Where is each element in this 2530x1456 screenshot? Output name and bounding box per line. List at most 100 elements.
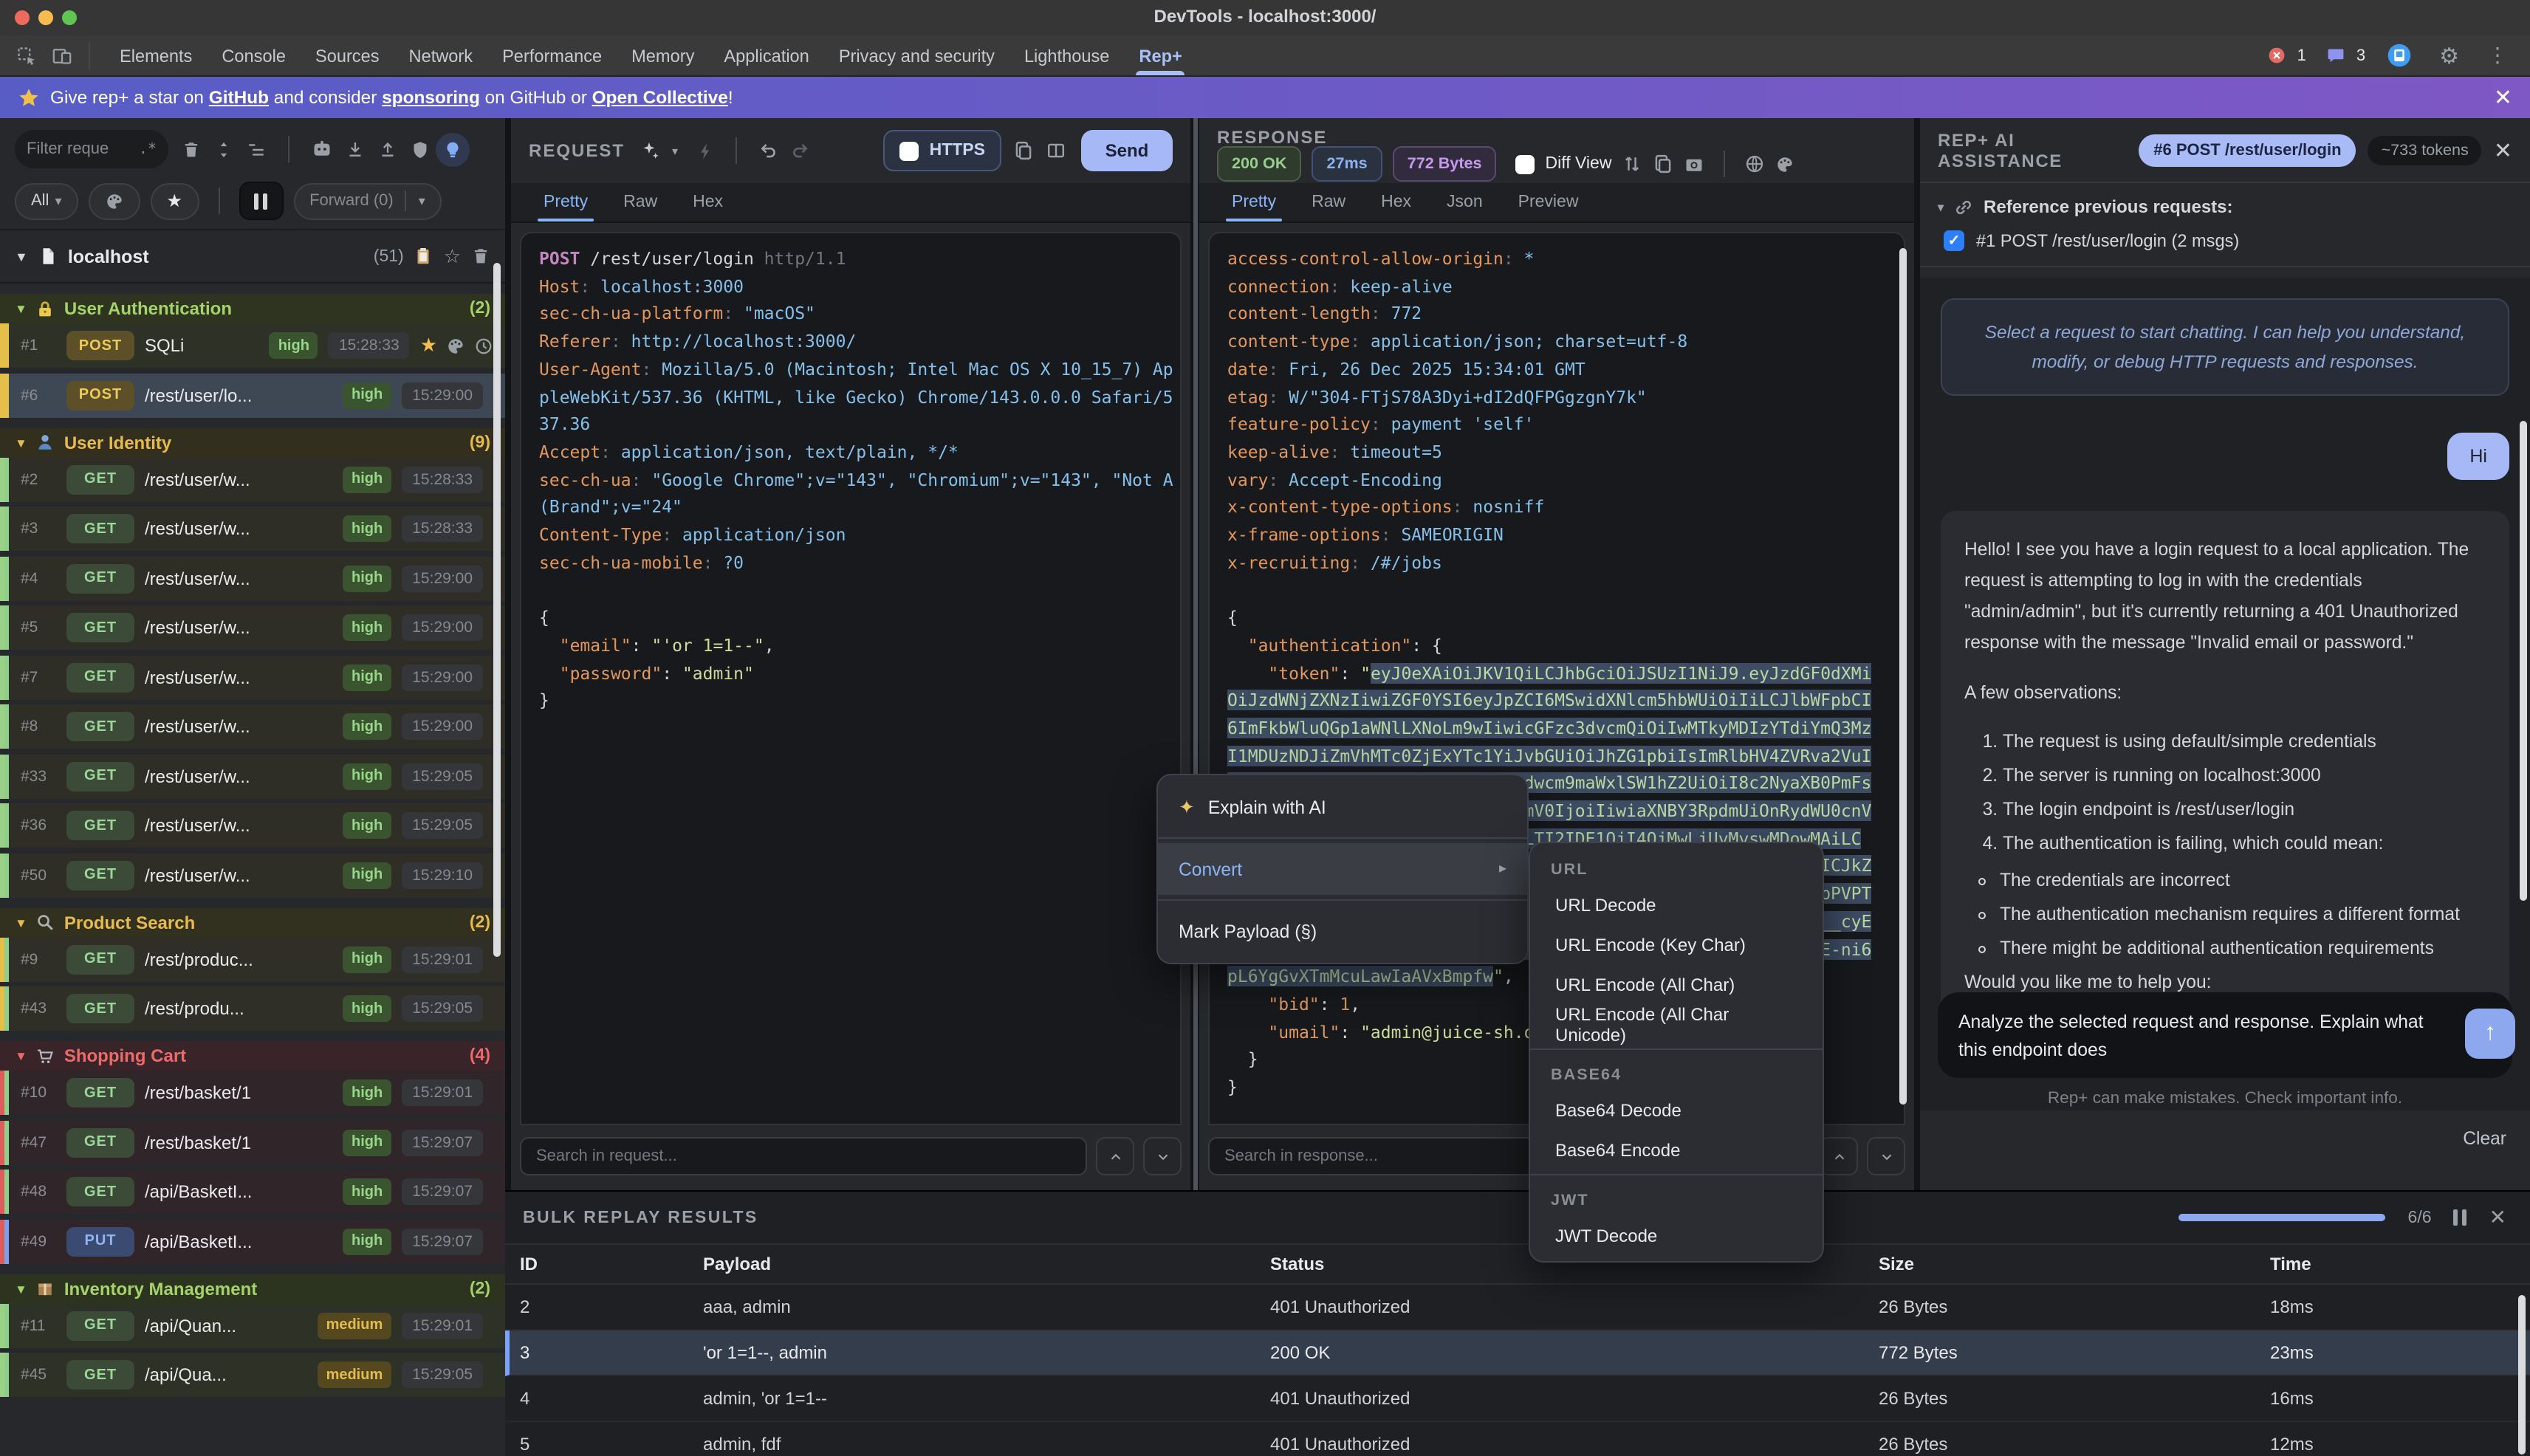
response-scrollbar[interactable] xyxy=(1899,248,1907,1105)
bulk-row[interactable]: 5admin, fdf401 Unauthorized26 Bytes12ms xyxy=(505,1422,2530,1456)
ai-close-icon[interactable]: ✕ xyxy=(2494,137,2512,163)
tree-view-icon[interactable] xyxy=(247,140,266,159)
bulk-row[interactable]: 3'or 1=1--, admin200 OK772 Bytes23ms xyxy=(505,1330,2530,1376)
context-menu-item[interactable]: Mark Payload (§) xyxy=(1158,905,1527,957)
undo-icon[interactable] xyxy=(758,140,778,161)
send-chat-button[interactable]: ↑ xyxy=(2465,1009,2515,1059)
clipboard-icon[interactable] xyxy=(414,247,433,266)
banner-close-icon[interactable]: ✕ xyxy=(2494,84,2512,111)
request-item[interactable]: #5GET/rest/user/w... high15:29:00 xyxy=(0,605,505,650)
submenu-item[interactable]: JWT Decode xyxy=(1530,1215,1823,1255)
https-checkbox[interactable] xyxy=(900,141,919,160)
bulk-close-icon[interactable]: ✕ xyxy=(2489,1205,2506,1230)
diff-view-checkbox[interactable] xyxy=(1516,154,1535,174)
response-tab-preview[interactable]: Preview xyxy=(1504,186,1594,222)
devtools-tab-network[interactable]: Network xyxy=(394,35,488,75)
chat-scrollbar[interactable] xyxy=(2520,421,2527,901)
request-item[interactable]: #3GET/rest/user/w... high15:28:33 xyxy=(0,506,505,551)
request-item[interactable]: #1POSTSQLi high15:28:33 ★ xyxy=(0,323,505,368)
lightbulb-icon[interactable] xyxy=(443,140,462,159)
kebab-menu-icon[interactable]: ⋮ xyxy=(2487,43,2508,68)
search-prev-button[interactable] xyxy=(1096,1137,1134,1175)
submenu-item[interactable]: Base64 Encode xyxy=(1530,1130,1823,1170)
resp-search-next-button[interactable] xyxy=(1867,1137,1905,1175)
tree-root-localhost[interactable]: ▼ localhost (51) ☆ xyxy=(0,230,505,284)
devtools-tab-privacy-and-security[interactable]: Privacy and security xyxy=(824,35,1009,75)
request-item[interactable]: #48GET/api/BasketI... high15:29:07 xyxy=(0,1170,505,1214)
diff-view-toggle[interactable]: Diff View xyxy=(1516,154,1612,174)
sparkles-dropdown-icon[interactable]: ▾ xyxy=(672,144,678,157)
palette-filter-button[interactable] xyxy=(89,182,140,219)
request-item[interactable]: #36GET/rest/user/w... high15:29:05 xyxy=(0,803,505,848)
chat-input[interactable]: Analyze the selected request and respons… xyxy=(1938,992,2512,1078)
request-group-header[interactable]: ▼ Product Search (2) xyxy=(0,907,505,937)
split-view-icon[interactable] xyxy=(1046,140,1066,161)
devtools-tab-sources[interactable]: Sources xyxy=(301,35,394,75)
response-tab-hex[interactable]: Hex xyxy=(1366,186,1426,222)
clear-chat-button[interactable]: Clear xyxy=(2463,1128,2506,1149)
extension-button[interactable] xyxy=(2386,43,2411,68)
response-tab-json[interactable]: Json xyxy=(1432,186,1498,222)
expand-collapse-icon[interactable] xyxy=(1622,154,1642,174)
device-toolbar-icon[interactable] xyxy=(52,45,72,66)
panel-resize-handle[interactable] xyxy=(1190,118,1199,1190)
request-item[interactable]: #50GET/rest/user/w... high15:29:10 xyxy=(0,853,505,897)
request-group-header[interactable]: ▼ Shopping Cart (4) xyxy=(0,1041,505,1071)
context-menu-item[interactable]: Convert▸ xyxy=(1158,843,1527,895)
sort-icon[interactable] xyxy=(214,140,233,159)
devtools-tab-lighthouse[interactable]: Lighthouse xyxy=(1009,35,1124,75)
trash-icon[interactable] xyxy=(471,247,490,266)
request-item[interactable]: #10GET/rest/basket/1 high15:29:01 xyxy=(0,1071,505,1115)
lightning-icon[interactable] xyxy=(696,141,715,160)
export-icon[interactable] xyxy=(378,140,397,159)
render-palette-icon[interactable] xyxy=(1775,154,1794,174)
robot-icon[interactable] xyxy=(312,139,332,159)
ai-request-badge[interactable]: #6 POST /rest/user/login xyxy=(2139,134,2356,166)
pause-button[interactable] xyxy=(239,182,283,220)
devtools-tab-console[interactable]: Console xyxy=(207,35,301,75)
star-outline-icon[interactable]: ☆ xyxy=(444,244,461,268)
console-error-badge[interactable]: 1 xyxy=(2260,46,2306,65)
bulk-row[interactable]: 2aaa, admin401 Unauthorized26 Bytes18ms xyxy=(505,1285,2530,1330)
banner-link[interactable]: GitHub xyxy=(209,87,269,108)
copy-request-icon[interactable] xyxy=(1013,140,1034,161)
request-editor[interactable]: POST /rest/user/login http/1.1Host: loca… xyxy=(520,232,1182,1125)
request-tab-pretty[interactable]: Pretty xyxy=(529,186,603,222)
devtools-tab-memory[interactable]: Memory xyxy=(617,35,709,75)
request-item[interactable]: #9GET/rest/produc... high15:29:01 xyxy=(0,937,505,981)
inspect-element-icon[interactable] xyxy=(16,45,37,66)
ref-collapse-caret[interactable]: ▾ xyxy=(1938,200,1944,213)
banner-link[interactable]: Open Collective xyxy=(592,87,728,108)
request-item[interactable]: #45GET/api/Qua... medium15:29:05 xyxy=(0,1353,505,1397)
reference-checkbox[interactable]: ✓ xyxy=(1944,230,1964,251)
devtools-tab-elements[interactable]: Elements xyxy=(105,35,207,75)
ai-sparkles-icon[interactable] xyxy=(640,140,660,161)
import-icon[interactable] xyxy=(346,140,365,159)
submenu-item[interactable]: URL Decode xyxy=(1530,885,1823,924)
request-item[interactable]: #33GET/rest/user/w... high15:29:05 xyxy=(0,754,505,798)
screenshot-icon[interactable] xyxy=(1684,154,1704,174)
submenu-item[interactable]: URL Encode (Key Char) xyxy=(1530,924,1823,964)
search-in-request-input[interactable] xyxy=(520,1137,1087,1175)
request-item[interactable]: #4GET/rest/user/w... high15:29:00 xyxy=(0,556,505,600)
submenu-item[interactable]: Base64 Decode xyxy=(1530,1090,1823,1130)
sidebar-scrollbar[interactable] xyxy=(493,263,501,957)
request-item[interactable]: #2GET/rest/user/w... high15:28:33 xyxy=(0,457,505,501)
clear-all-icon[interactable] xyxy=(182,140,201,159)
response-tab-pretty[interactable]: Pretty xyxy=(1217,186,1291,222)
starred-filter-button[interactable]: ★ xyxy=(151,182,199,219)
globe-icon[interactable] xyxy=(1744,154,1765,174)
request-item[interactable]: #6POST/rest/user/lo... high15:29:00 xyxy=(0,373,505,417)
issues-badge[interactable]: 3 xyxy=(2320,46,2365,65)
request-item[interactable]: #11GET/api/Quan... medium15:29:01 xyxy=(0,1303,505,1347)
context-menu-item[interactable]: ✦Explain with AI xyxy=(1158,781,1527,833)
submenu-item[interactable]: URL Encode (All Char) xyxy=(1530,964,1823,1004)
reference-item-label[interactable]: #1 POST /rest/user/login (2 msgs) xyxy=(1976,230,2239,251)
devtools-tab-application[interactable]: Application xyxy=(709,35,823,75)
copy-response-icon[interactable] xyxy=(1653,154,1673,174)
request-tab-raw[interactable]: Raw xyxy=(608,186,672,222)
scope-dropdown[interactable]: All▾ xyxy=(15,182,78,219)
bulk-pause-button[interactable] xyxy=(2454,1209,2467,1226)
search-next-button[interactable] xyxy=(1143,1137,1182,1175)
regex-toggle[interactable]: .* xyxy=(139,141,157,157)
